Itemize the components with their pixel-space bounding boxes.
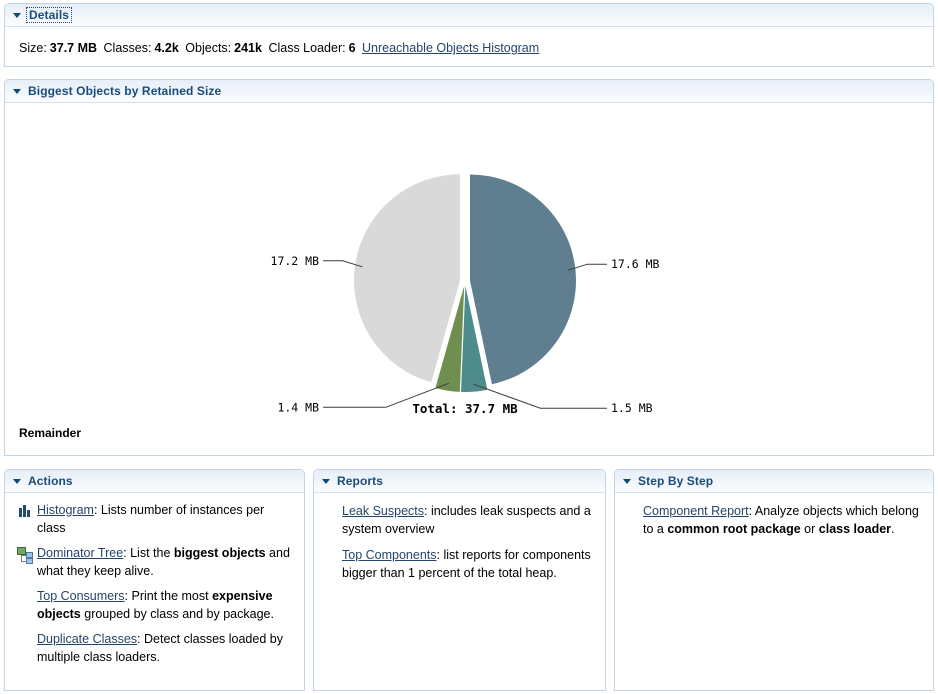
classloader-label: Class Loader: bbox=[268, 41, 346, 55]
reports-section-header[interactable]: Reports bbox=[314, 470, 605, 493]
emphasis-text: common root package bbox=[667, 521, 801, 536]
step-by-step-title: Step By Step bbox=[638, 474, 714, 488]
step-by-step-section: Step By Step Component Report: Analyze o… bbox=[614, 469, 934, 691]
action-item-dominator-tree: Dominator Tree: List the biggest objects… bbox=[17, 545, 294, 580]
classloader-value: 6 bbox=[348, 41, 356, 55]
emphasis-text: biggest objects bbox=[173, 546, 266, 560]
dominator-tree-icon bbox=[17, 546, 33, 564]
actions-section: Actions Histogram: Lists number of insta… bbox=[4, 469, 305, 691]
classes-label: Classes: bbox=[103, 41, 152, 55]
pie-slice-17-2-MB[interactable] bbox=[354, 174, 461, 383]
biggest-objects-section-header[interactable]: Biggest Objects by Retained Size bbox=[5, 80, 933, 103]
actions-list: Histogram: Lists number of instances per… bbox=[5, 493, 304, 666]
pie-slice-label: 1.4 MB bbox=[277, 400, 319, 414]
size-value: 37.7 MB bbox=[49, 41, 98, 55]
report-item-top-components-text: Top Components: list reports for compone… bbox=[342, 548, 591, 580]
details-title: Details bbox=[25, 7, 73, 23]
link-duplicate-classes[interactable]: Duplicate Classes bbox=[37, 632, 137, 646]
details-section: Details Size: 37.7 MB Classes: 4.2k Object… bbox=[4, 3, 934, 67]
biggest-objects-body: 17.6 MB 1.5 MB 1.4 MB 17.2 MB Total: 37.7 M… bbox=[5, 103, 933, 455]
collapse-twisty-icon[interactable] bbox=[13, 88, 21, 94]
remainder-label: Remainder bbox=[19, 426, 82, 440]
histogram-icon bbox=[17, 503, 33, 519]
link-histogram[interactable]: Histogram bbox=[37, 503, 94, 517]
link-component-report[interactable]: Component Report bbox=[643, 504, 749, 518]
reports-list: Leak Suspects: includes leak suspects an… bbox=[314, 493, 605, 582]
pie-chart-area: 17.6 MB 1.5 MB 1.4 MB 17.2 MB Total: 37.7 M… bbox=[5, 103, 933, 455]
action-item-top-consumers-text: Top Consumers: Print the most expensive … bbox=[37, 589, 274, 621]
biggest-objects-section: Biggest Objects by Retained Size 17.6 MB… bbox=[4, 79, 934, 456]
step-by-step-section-header[interactable]: Step By Step bbox=[615, 470, 933, 493]
collapse-twisty-icon[interactable] bbox=[623, 478, 631, 484]
pie-slices[interactable] bbox=[354, 174, 576, 392]
size-label: Size: bbox=[19, 41, 47, 55]
objects-value: 241k bbox=[234, 41, 262, 55]
link-dominator-tree[interactable]: Dominator Tree bbox=[37, 546, 123, 560]
action-item-dominator-tree-text: Dominator Tree: List the biggest objects… bbox=[37, 546, 290, 578]
report-item-top-components: Top Components: list reports for compone… bbox=[342, 547, 595, 582]
report-item-leak-suspects: Leak Suspects: includes leak suspects an… bbox=[342, 503, 595, 538]
collapse-twisty-icon[interactable] bbox=[13, 12, 21, 18]
unreachable-objects-histogram-link[interactable]: Unreachable Objects Histogram bbox=[362, 41, 539, 55]
objects-label: Objects: bbox=[185, 41, 232, 55]
retained-size-pie-chart[interactable]: 17.6 MB 1.5 MB 1.4 MB 17.2 MB Total: 37.7 M… bbox=[5, 103, 933, 455]
heap-summary-line: Size: 37.7 MB Classes: 4.2k Objects: 241k C… bbox=[5, 27, 933, 56]
step-item-component-report: Component Report: Analyze objects which … bbox=[643, 503, 923, 538]
link-top-consumers[interactable]: Top Consumers bbox=[37, 589, 125, 603]
link-leak-suspects[interactable]: Leak Suspects bbox=[342, 504, 424, 518]
action-item-top-consumers: Top Consumers: Print the most expensive … bbox=[17, 588, 294, 623]
pie-slice-label: 1.5 MB bbox=[611, 401, 653, 415]
link-top-components[interactable]: Top Components bbox=[342, 548, 437, 562]
pie-total-label: Total: 37.7 MB bbox=[412, 401, 518, 416]
step-item-component-report-text: Component Report: Analyze objects which … bbox=[643, 504, 919, 536]
action-item-histogram-text: Histogram: Lists number of instances per… bbox=[37, 503, 265, 535]
collapse-twisty-icon[interactable] bbox=[13, 478, 21, 484]
pie-slice-label: 17.6 MB bbox=[611, 257, 660, 271]
action-item-duplicate-classes: Duplicate Classes: Detect classes loaded… bbox=[17, 631, 294, 666]
actions-title: Actions bbox=[28, 474, 73, 488]
classes-value: 4.2k bbox=[154, 41, 179, 55]
report-item-leak-suspects-text: Leak Suspects: includes leak suspects an… bbox=[342, 504, 591, 536]
collapse-twisty-icon[interactable] bbox=[322, 478, 330, 484]
reports-title: Reports bbox=[337, 474, 384, 488]
biggest-objects-title: Biggest Objects by Retained Size bbox=[28, 84, 222, 98]
pie-slice-17-6-MB[interactable] bbox=[469, 174, 576, 385]
details-body: Size: 37.7 MB Classes: 4.2k Objects: 241k C… bbox=[5, 27, 933, 56]
pie-slice-label: 17.2 MB bbox=[271, 254, 320, 268]
emphasis-text: class loader bbox=[818, 521, 892, 536]
details-section-header[interactable]: Details bbox=[5, 4, 933, 27]
action-item-duplicate-classes-text: Duplicate Classes: Detect classes loaded… bbox=[37, 632, 283, 664]
step-by-step-list: Component Report: Analyze objects which … bbox=[615, 493, 933, 538]
reports-section: Reports Leak Suspects: includes leak sus… bbox=[313, 469, 606, 691]
actions-section-header[interactable]: Actions bbox=[5, 470, 304, 493]
action-item-histogram: Histogram: Lists number of instances per… bbox=[17, 502, 294, 537]
